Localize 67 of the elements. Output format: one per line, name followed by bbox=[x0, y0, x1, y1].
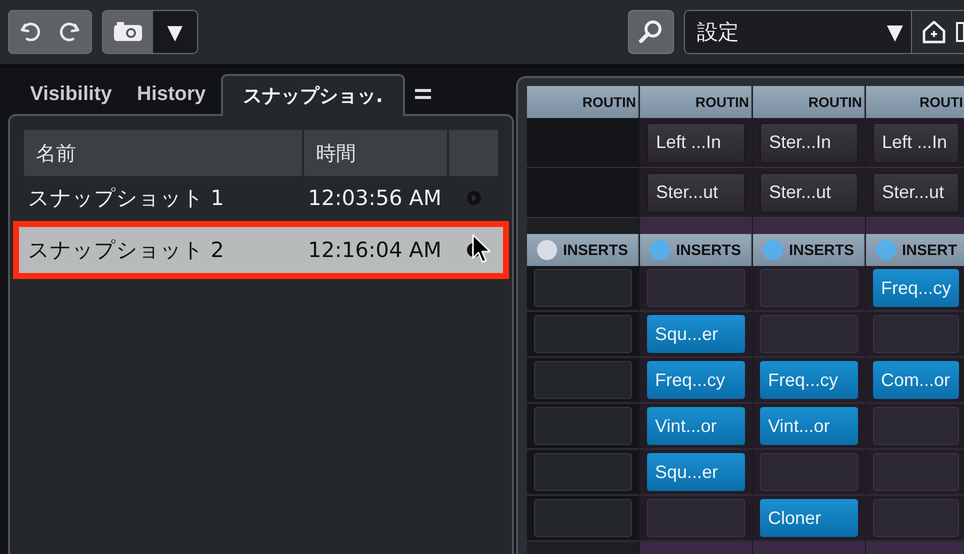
insert-slot[interactable]: Cloner bbox=[760, 499, 858, 537]
insert-slot[interactable] bbox=[873, 315, 960, 353]
routing-header: ROUTIN bbox=[753, 86, 865, 118]
tab[interactable]: スナップショッ. bbox=[220, 74, 406, 116]
snapshot-name: スナップショット 1 bbox=[27, 185, 226, 212]
play-icon[interactable] bbox=[466, 190, 482, 206]
routing-header: ROUTI bbox=[866, 86, 964, 118]
column-header[interactable]: 名前 bbox=[24, 130, 304, 176]
snapshot-time: 12:16:04 AM bbox=[307, 238, 442, 262]
routing-button[interactable]: Left ...In bbox=[647, 122, 745, 162]
insert-slot[interactable] bbox=[873, 499, 960, 537]
insert-slot[interactable]: Freq...cy bbox=[760, 361, 858, 399]
dropdown-button[interactable]: ▼ bbox=[153, 11, 197, 53]
insert-slot[interactable] bbox=[534, 361, 632, 399]
insert-slot[interactable] bbox=[534, 407, 632, 445]
inserts-label: INSERTS bbox=[563, 242, 628, 258]
insert-slot[interactable] bbox=[873, 453, 960, 491]
search-button[interactable] bbox=[628, 10, 674, 54]
menu-icon[interactable] bbox=[415, 88, 432, 100]
column-header[interactable]: 時間 bbox=[304, 130, 449, 176]
insert-slot[interactable] bbox=[647, 499, 745, 537]
inserts-label: INSERTS bbox=[789, 242, 854, 258]
inserts-header[interactable]: INSERTS bbox=[527, 234, 639, 266]
insert-slot[interactable]: Vint...or bbox=[760, 407, 858, 445]
snapshot-time: 12:03:56 AM bbox=[307, 186, 442, 210]
snapshot-name: スナップショット 2 bbox=[27, 237, 226, 264]
routing-button[interactable]: Ster...ut bbox=[760, 172, 858, 212]
power-dot[interactable] bbox=[650, 240, 670, 260]
power-dot[interactable] bbox=[763, 240, 783, 260]
inserts-header[interactable]: INSERTS bbox=[640, 234, 752, 266]
insert-slot[interactable] bbox=[873, 407, 960, 445]
list-row[interactable]: スナップショット 1 12:03:56 AM bbox=[18, 176, 504, 220]
routing-header: ROUTIN bbox=[527, 86, 639, 118]
tab[interactable]: History bbox=[126, 74, 217, 114]
list-row[interactable]: スナップショット 2 12:16:04 AM bbox=[18, 226, 504, 274]
insert-slot[interactable]: Squ...er bbox=[647, 315, 745, 353]
power-dot[interactable] bbox=[876, 240, 896, 260]
routing-button[interactable]: Ster...ut bbox=[647, 172, 745, 212]
insert-slot[interactable] bbox=[760, 269, 858, 307]
routing-header: ROUTIN bbox=[640, 86, 752, 118]
pointer-icon bbox=[472, 234, 492, 264]
tab[interactable]: Visibility bbox=[20, 74, 123, 114]
routing-button[interactable]: Left ...In bbox=[873, 122, 960, 162]
insert-slot[interactable] bbox=[534, 499, 632, 537]
routing-button[interactable]: Ster...In bbox=[760, 122, 858, 162]
insert-slot[interactable] bbox=[760, 315, 858, 353]
panel-icon[interactable] bbox=[956, 21, 964, 43]
insert-slot[interactable] bbox=[760, 453, 858, 491]
insert-slot[interactable]: Vint...or bbox=[647, 407, 745, 445]
insert-slot[interactable] bbox=[534, 269, 632, 307]
insert-slot[interactable]: Freq...cy bbox=[647, 361, 745, 399]
inserts-header[interactable]: INSERT bbox=[866, 234, 964, 266]
insert-slot[interactable] bbox=[534, 453, 632, 491]
redo-icon[interactable] bbox=[57, 21, 81, 43]
insert-slot[interactable]: Com...or bbox=[873, 361, 960, 399]
insert-slot[interactable] bbox=[647, 269, 745, 307]
house-icon[interactable] bbox=[922, 20, 946, 44]
insert-slot[interactable]: Squ...er bbox=[647, 453, 745, 491]
preset-dropdown[interactable]: 設定 ▼ bbox=[684, 10, 912, 54]
inserts-label: INSERTS bbox=[676, 242, 742, 258]
undo-icon[interactable] bbox=[19, 21, 43, 43]
insert-slot[interactable] bbox=[534, 315, 632, 353]
routing-button[interactable]: Ster...ut bbox=[873, 172, 960, 212]
inserts-label: INSERT bbox=[902, 242, 958, 258]
insert-slot[interactable]: Freq...cy bbox=[873, 269, 960, 307]
inserts-header[interactable]: INSERTS bbox=[753, 234, 865, 266]
power-dot[interactable] bbox=[537, 240, 557, 260]
